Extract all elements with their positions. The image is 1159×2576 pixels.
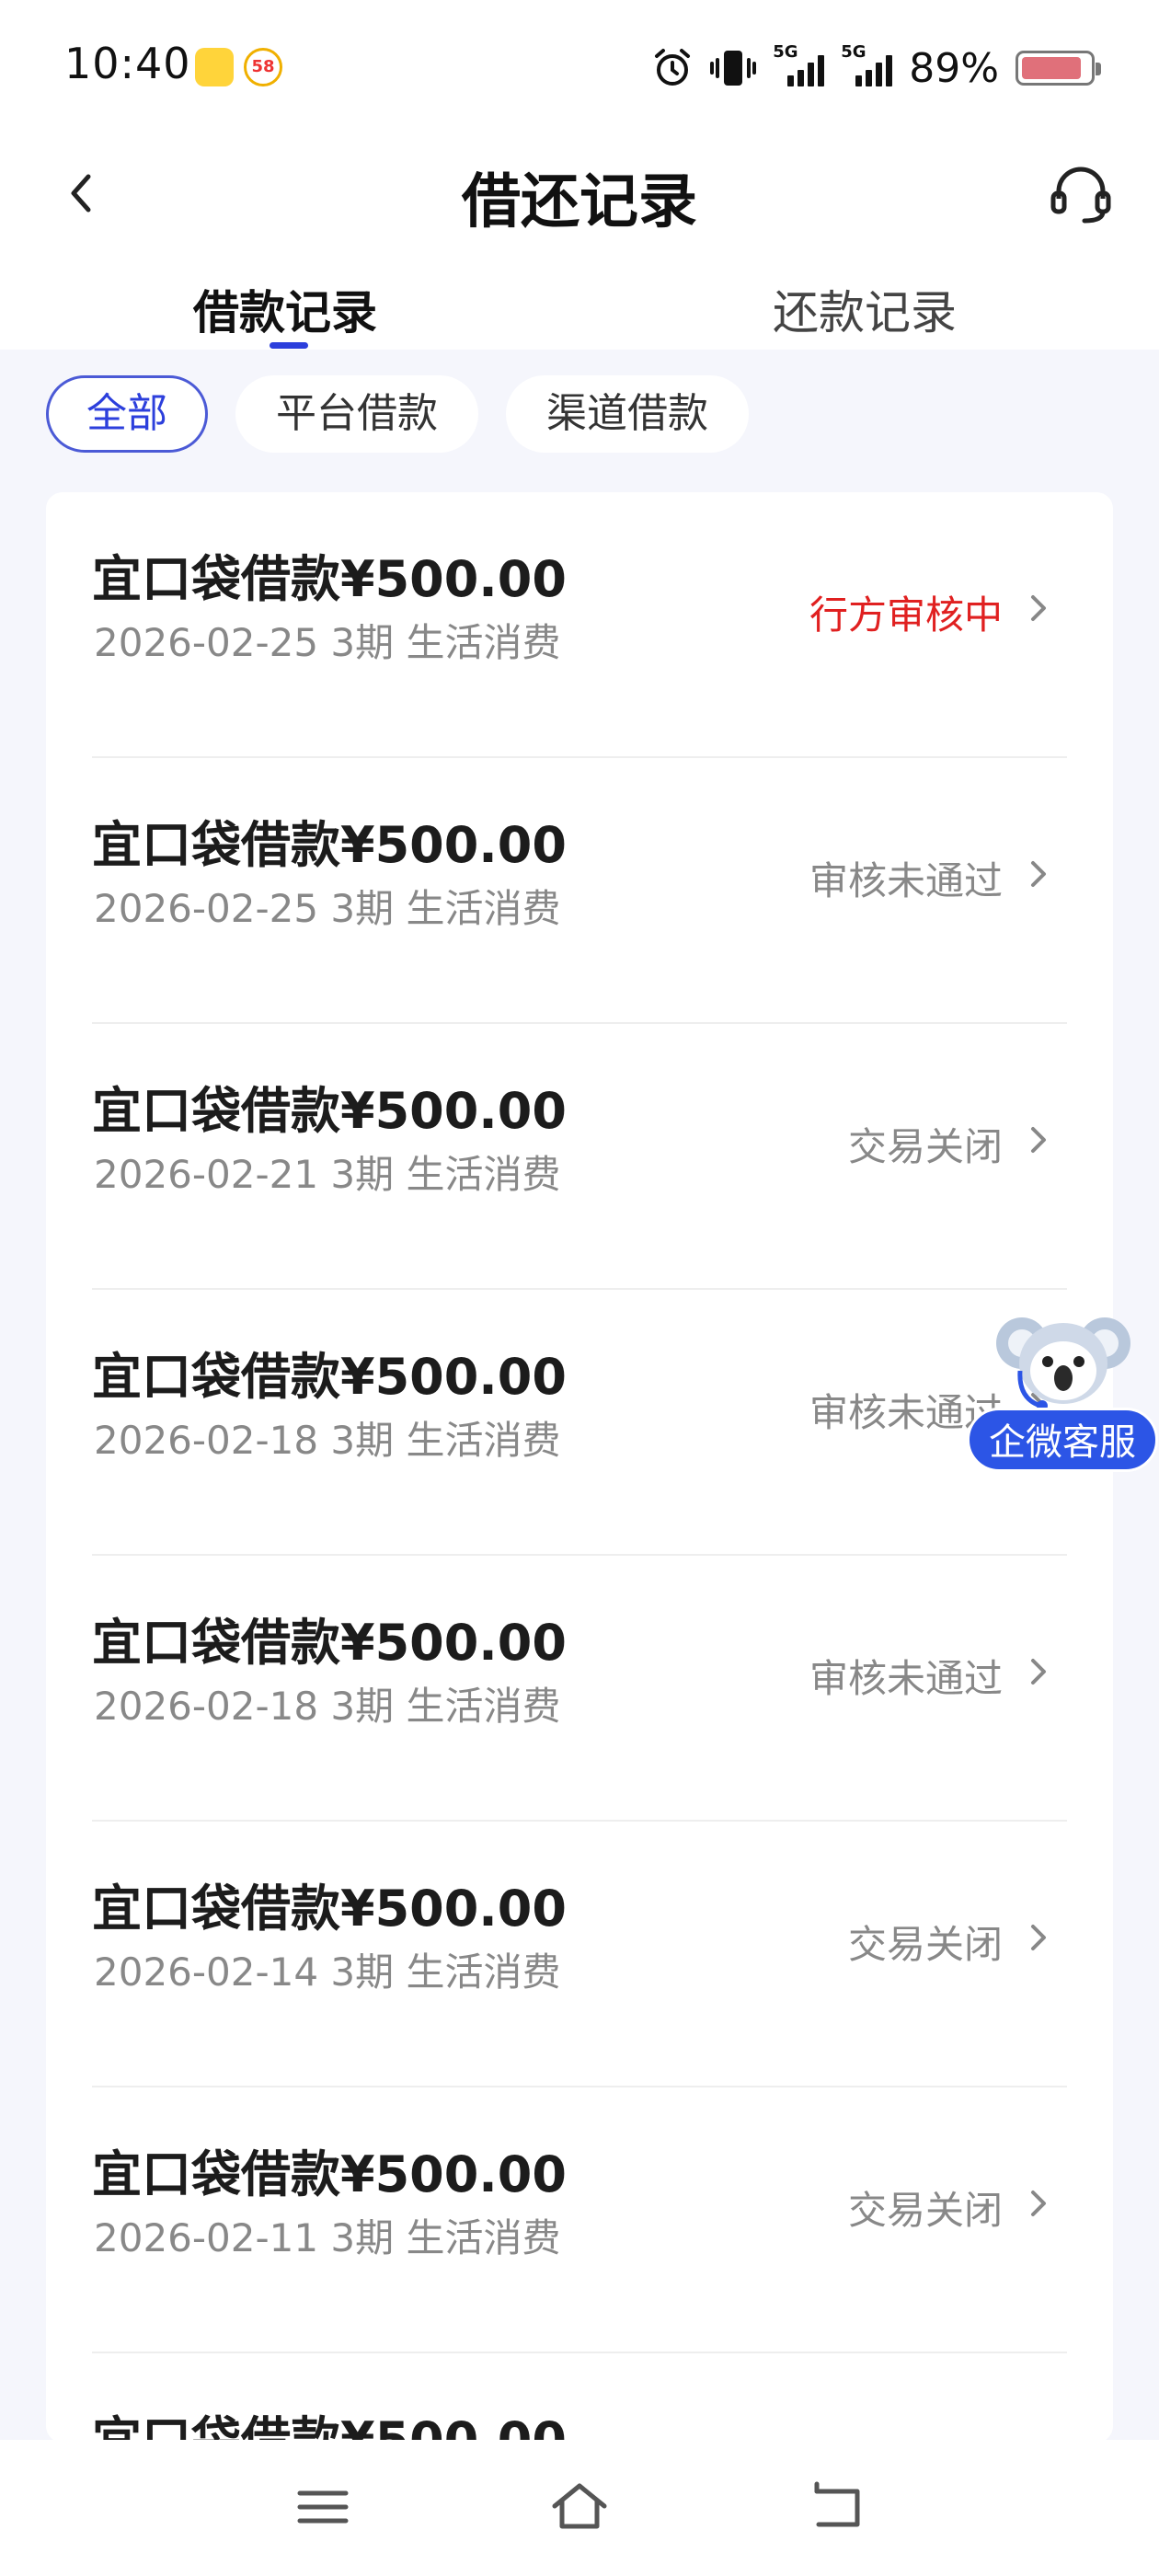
status-time: 10:40 (64, 39, 191, 88)
tab-indicator (270, 342, 308, 349)
record-status: 审核未通过 (809, 858, 1003, 903)
record-row[interactable]: 宜口袋借款¥500.00 2026-02-21 3期 生活消费 交易关闭 (46, 1024, 1113, 1290)
battery-percent: 89% (909, 44, 999, 92)
record-title: 宜口袋借款¥500.00 (92, 1082, 567, 1140)
header: 借还记录 借款记录 还款记录 (0, 138, 1159, 350)
record-meta: 2026-02-21 3期 生活消费 (94, 1152, 561, 1197)
record-meta: 2026-02-18 3期 生活消费 (94, 1418, 561, 1463)
record-meta: 2026-02-14 3期 生活消费 (94, 1949, 561, 1995)
system-nav-bar (0, 2440, 1159, 2576)
status-bar: 10:40 58 5G 5G 89% (0, 0, 1159, 138)
signal-strength-icon: 5G (773, 42, 825, 86)
record-title: 宜口袋借款¥500.00 (92, 1614, 567, 1672)
chevron-right-icon (1031, 861, 1046, 887)
record-title: 宜口袋借款¥500.00 (92, 550, 567, 608)
record-meta: 2026-02-25 3期 生活消费 (94, 620, 561, 665)
filter-channel-loan[interactable]: 渠道借款 (506, 375, 749, 453)
record-row[interactable]: 宜口袋借款¥500.00 (46, 2353, 1113, 2443)
headset-icon[interactable] (1044, 158, 1118, 232)
chevron-right-icon (1031, 2191, 1046, 2216)
page-title: 借还记录 (462, 168, 697, 236)
home-icon[interactable] (547, 2475, 612, 2539)
record-status: 交易关闭 (847, 1124, 1003, 1169)
chevron-right-icon (1031, 1127, 1046, 1153)
vibrate-icon (710, 51, 757, 86)
battery-icon (1016, 51, 1101, 86)
chevron-right-icon (1031, 1659, 1046, 1685)
record-row[interactable]: 宜口袋借款¥500.00 2026-02-18 3期 生活消费 审核未通过 (46, 1556, 1113, 1822)
record-status: 交易关闭 (847, 2188, 1003, 2233)
records-list: 宜口袋借款¥500.00 2026-02-25 3期 生活消费 行方审核中 宜口… (46, 492, 1113, 2443)
record-title: 宜口袋借款¥500.00 (92, 816, 567, 874)
chevron-right-icon (1031, 595, 1046, 621)
back-nav-icon[interactable] (804, 2475, 868, 2539)
record-row[interactable]: 宜口袋借款¥500.00 2026-02-14 3期 生活消费 交易关闭 (46, 1822, 1113, 2087)
record-title: 宜口袋借款¥500.00 (92, 2411, 567, 2443)
filter-bar: 全部 平台借款 渠道借款 (46, 375, 749, 453)
record-row[interactable]: 宜口袋借款¥500.00 2026-02-25 3期 生活消费 行方审核中 (46, 492, 1113, 758)
record-row[interactable]: 宜口袋借款¥500.00 2026-02-18 3期 生活消费 审核未通过 (46, 1290, 1113, 1556)
filter-platform-loan[interactable]: 平台借款 (235, 375, 478, 453)
record-title: 宜口袋借款¥500.00 (92, 1348, 567, 1406)
wecom-service-button[interactable]: 企微客服 (961, 1306, 1159, 1472)
record-status: 审核未通过 (809, 1656, 1003, 1701)
record-title: 宜口袋借款¥500.00 (92, 2145, 567, 2203)
meituan-app-icon (195, 48, 234, 86)
record-status: 交易关闭 (847, 1922, 1003, 1967)
record-row[interactable]: 宜口袋借款¥500.00 2026-02-11 3期 生活消费 交易关闭 (46, 2087, 1113, 2353)
record-title: 宜口袋借款¥500.00 (92, 1880, 567, 1938)
filter-all[interactable]: 全部 (46, 375, 208, 453)
menu-icon[interactable] (291, 2475, 355, 2539)
record-row[interactable]: 宜口袋借款¥500.00 2026-02-25 3期 生活消费 审核未通过 (46, 758, 1113, 1024)
tab-repay-records[interactable]: 还款记录 (773, 276, 957, 342)
record-status: 行方审核中 (809, 592, 1003, 638)
wecom-service-label: 企微客服 (967, 1408, 1158, 1472)
app-58-icon: 58 (244, 48, 282, 86)
record-meta: 2026-02-18 3期 生活消费 (94, 1684, 561, 1729)
signal-strength-icon-2: 5G (841, 42, 893, 86)
record-meta: 2026-02-11 3期 生活消费 (94, 2215, 561, 2260)
alarm-icon (655, 49, 691, 86)
tab-borrow-records[interactable]: 借款记录 (193, 276, 377, 342)
record-meta: 2026-02-25 3期 生活消费 (94, 886, 561, 931)
chevron-right-icon (1031, 1925, 1046, 1950)
